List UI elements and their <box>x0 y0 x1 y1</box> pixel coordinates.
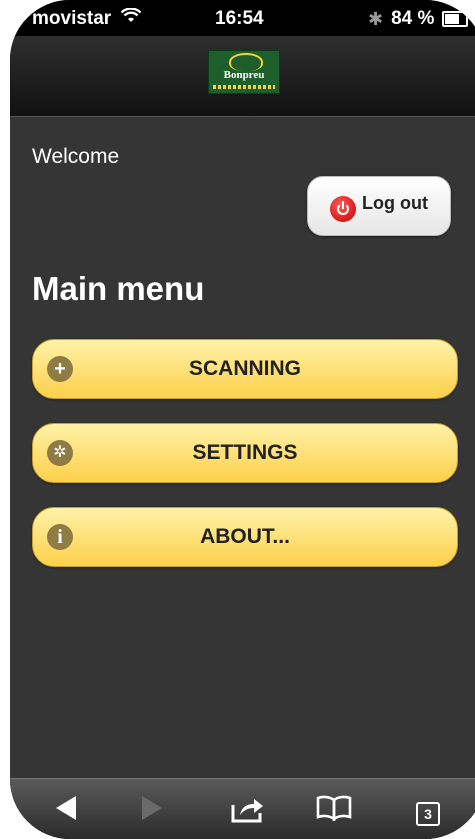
settings-button[interactable]: ✲ SETTINGS <box>32 423 458 483</box>
device-frame: movistar 16:54 ✱ 84 % Bonpreu Welcome Lo… <box>10 0 475 839</box>
wifi-icon <box>120 7 142 30</box>
about-label: ABOUT... <box>200 525 290 548</box>
status-bar: movistar 16:54 ✱ 84 % <box>10 0 475 36</box>
settings-label: SETTINGS <box>192 441 298 464</box>
carrier-name: movistar <box>32 8 112 29</box>
logo-text: Bonpreu <box>223 69 265 81</box>
scanning-label: SCANNING <box>188 357 301 380</box>
bonpreu-logo: Bonpreu <box>208 50 280 94</box>
logo-stripe <box>213 85 275 89</box>
forward-arrow-icon[interactable] <box>132 795 172 825</box>
battery-percent: 84 % <box>391 8 435 29</box>
clock: 16:54 <box>215 8 264 29</box>
carrier-group: movistar <box>32 7 142 30</box>
screen: movistar 16:54 ✱ 84 % Bonpreu Welcome Lo… <box>10 0 475 839</box>
tabs-button[interactable]: 3 <box>408 795 448 826</box>
back-arrow-icon[interactable] <box>46 795 86 825</box>
battery-icon <box>442 11 469 27</box>
about-button[interactable]: i ABOUT... <box>32 507 458 567</box>
bluetooth-icon: ✱ <box>368 8 384 29</box>
logout-button[interactable]: Log out <box>307 176 451 236</box>
browser-toolbar: 3 <box>10 778 475 839</box>
welcome-text: Welcome <box>32 145 120 168</box>
bookmarks-icon[interactable] <box>314 795 354 825</box>
scanning-button[interactable]: + SCANNING <box>32 339 458 399</box>
logout-label: Log out <box>362 192 428 213</box>
battery-group: ✱ 84 % <box>368 8 469 30</box>
page-title: Main menu <box>32 270 205 307</box>
app-header: Bonpreu <box>10 36 475 117</box>
share-icon[interactable] <box>228 795 268 825</box>
power-icon <box>330 196 356 222</box>
tabs-count: 3 <box>416 802 440 826</box>
